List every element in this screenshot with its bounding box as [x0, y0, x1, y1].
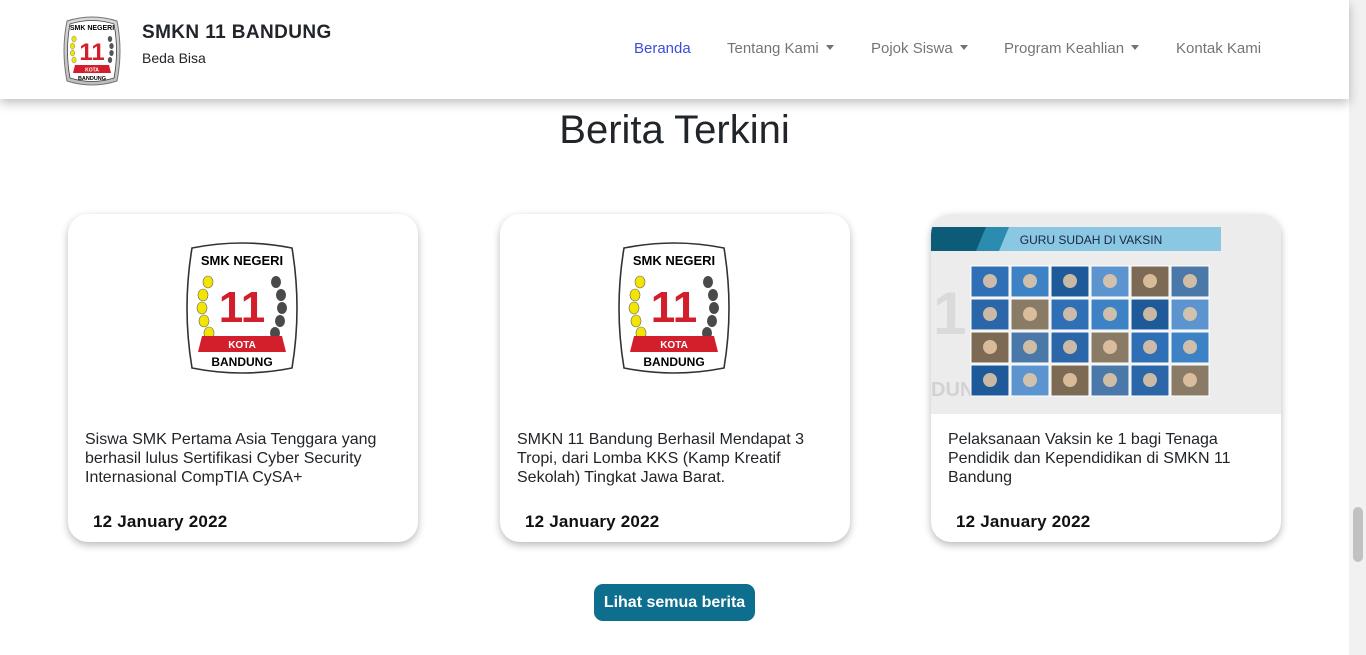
svg-text:BANDUNG: BANDUNG: [211, 355, 272, 369]
collage-face: [1183, 340, 1197, 354]
svg-text:11: 11: [651, 283, 698, 332]
main-nav: Beranda Tentang Kami Pojok Siswa Program…: [0, 40, 1349, 60]
collage-face: [1183, 307, 1197, 321]
collage-face: [1143, 274, 1157, 288]
news-image: SMK NEGERI 11 KOTA BANDUNG: [68, 214, 418, 414]
collage-face: [1143, 307, 1157, 321]
collage-face: [1183, 274, 1197, 288]
scrollbar-thumb[interactable]: [1353, 507, 1363, 562]
svg-text:SMK NEGERI: SMK NEGERI: [70, 25, 114, 32]
svg-text:DUN: DUN: [931, 379, 974, 401]
svg-text:GURU SUDAH DI VAKSIN: GURU SUDAH DI VAKSIN: [1020, 233, 1162, 247]
news-date: 12 January 2022: [525, 512, 660, 531]
collage-face: [1063, 373, 1077, 387]
collage-face: [1143, 340, 1157, 354]
collage-face: [1063, 274, 1077, 288]
see-all-news-button[interactable]: Lihat semua berita: [594, 584, 755, 621]
collage-face: [1023, 373, 1037, 387]
svg-text:1: 1: [933, 280, 966, 347]
collage-face: [983, 307, 997, 321]
collage-face: [1023, 307, 1037, 321]
collage-face: [983, 274, 997, 288]
svg-text:KOTA: KOTA: [228, 340, 256, 351]
news-headline[interactable]: Pelaksanaan Vaksin ke 1 bagi Tenaga Pend…: [948, 430, 1268, 487]
collage-face: [983, 340, 997, 354]
svg-text:KOTA: KOTA: [85, 68, 99, 74]
navbar: SMK NEGERI 11 KOTA BANDUNG SMKN 11 BANDU…: [0, 0, 1349, 99]
collage-face: [1183, 373, 1197, 387]
news-headline[interactable]: SMKN 11 Bandung Berhasil Mendapat 3 Trop…: [517, 430, 837, 487]
svg-text:BANDUNG: BANDUNG: [643, 355, 704, 369]
chevron-down-icon: [825, 45, 834, 50]
nav-kontak-kami[interactable]: Kontak Kami: [1176, 40, 1261, 57]
collage-face: [1143, 373, 1157, 387]
collage-face: [1023, 340, 1037, 354]
collage-face: [1023, 274, 1037, 288]
news-date: 12 January 2022: [93, 512, 228, 531]
chevron-down-icon: [1131, 45, 1140, 50]
vaccine-collage-image: 1 DUN GURU SUDAH DI VAKSIN: [931, 214, 1281, 414]
news-date: 12 January 2022: [956, 512, 1091, 531]
page-scrollbar[interactable]: [1349, 0, 1366, 655]
collage-face: [1103, 373, 1117, 387]
svg-text:11: 11: [219, 283, 266, 332]
news-headline[interactable]: Siswa SMK Pertama Asia Tenggara yang ber…: [85, 430, 405, 487]
collage-face: [1103, 274, 1117, 288]
svg-text:SMK NEGERI: SMK NEGERI: [201, 253, 283, 268]
chevron-down-icon: [959, 45, 968, 50]
news-card[interactable]: SMK NEGERI 11 KOTA BANDUNG Siswa SMK Per…: [68, 214, 418, 542]
collage-face: [1103, 307, 1117, 321]
news-image: SMK NEGERI 11 KOTA BANDUNG: [500, 214, 850, 414]
nav-tentang-kami[interactable]: Tentang Kami: [727, 40, 834, 57]
svg-text:KOTA: KOTA: [660, 340, 688, 351]
collage-face: [1063, 340, 1077, 354]
svg-text:BANDUNG: BANDUNG: [78, 76, 106, 82]
svg-text:SMK NEGERI: SMK NEGERI: [633, 253, 715, 268]
news-card[interactable]: SMK NEGERI 11 KOTA BANDUNG SMKN 11 Bandu…: [500, 214, 850, 542]
collage-face: [1103, 340, 1117, 354]
news-card[interactable]: 1 DUN GURU SUDAH DI VAKSIN Pelaksanaan V…: [931, 214, 1281, 542]
nav-program-keahlian[interactable]: Program Keahlian: [1004, 40, 1140, 57]
nav-pojok-siswa[interactable]: Pojok Siswa: [871, 40, 968, 57]
section-title: Berita Terkini: [559, 108, 790, 152]
nav-beranda[interactable]: Beranda: [634, 40, 691, 57]
collage-face: [983, 373, 997, 387]
collage-face: [1063, 307, 1077, 321]
